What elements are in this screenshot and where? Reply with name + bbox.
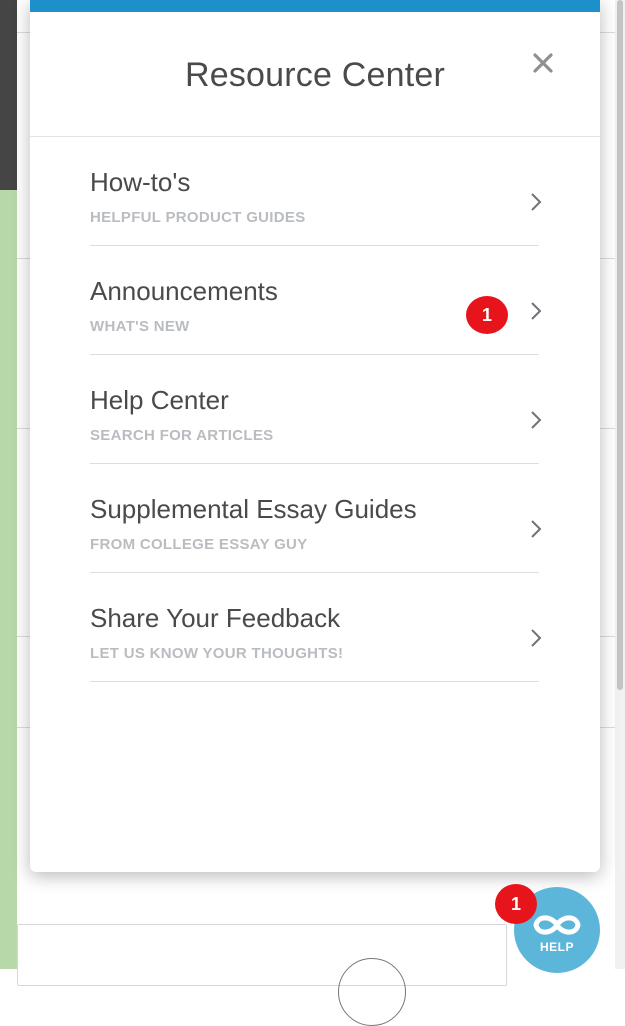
close-button[interactable] [528,48,558,78]
menu-item-title: Help Center [90,385,229,415]
resource-center-panel: Resource Center How-to's HELPFUL PRODUCT… [30,0,600,872]
menu-item-title: How-to's [90,167,191,197]
menu-item-title: Share Your Feedback [90,603,341,633]
menu-item-subtitle: HELPFUL PRODUCT GUIDES [90,209,306,226]
menu-item-how-tos[interactable]: How-to's HELPFUL PRODUCT GUIDES [90,137,542,246]
panel-header: Resource Center [30,12,600,137]
chevron-right-icon [531,193,542,211]
panel-accent-bar [30,0,600,12]
menu-item-help-center[interactable]: Help Center SEARCH FOR ARTICLES [90,355,542,464]
notification-badge: 1 [466,296,508,334]
panel-title: Resource Center [184,56,445,94]
background-side-strip [0,190,17,969]
menu-item-subtitle: FROM COLLEGE ESSAY GUY [90,536,308,553]
menu-item-announcements[interactable]: Announcements WHAT'S NEW 1 [90,246,542,355]
scrollbar-thumb[interactable] [617,0,623,690]
menu-item-title: Announcements [90,276,278,306]
chevron-right-icon [531,411,542,429]
background-circle [338,958,406,1026]
menu-item-share-feedback[interactable]: Share Your Feedback LET US KNOW YOUR THO… [90,573,542,682]
infinity-logo-icon [533,915,581,935]
menu-item-subtitle: LET US KNOW YOUR THOUGHTS! [90,645,344,662]
resource-menu: How-to's HELPFUL PRODUCT GUIDES Announce… [90,137,542,682]
chevron-right-icon [531,520,542,538]
menu-item-title: Supplemental Essay Guides [90,494,417,524]
chevron-right-icon [531,629,542,647]
menu-item-subtitle: WHAT'S NEW [90,318,190,335]
help-label: HELP [539,940,574,954]
menu-item-subtitle: SEARCH FOR ARTICLES [90,427,274,444]
help-notification-badge: 1 [495,884,537,924]
close-icon [533,53,553,73]
chevron-right-icon [531,302,542,320]
menu-item-supplemental-essay-guides[interactable]: Supplemental Essay Guides FROM COLLEGE E… [90,464,542,573]
background-card [17,924,507,986]
